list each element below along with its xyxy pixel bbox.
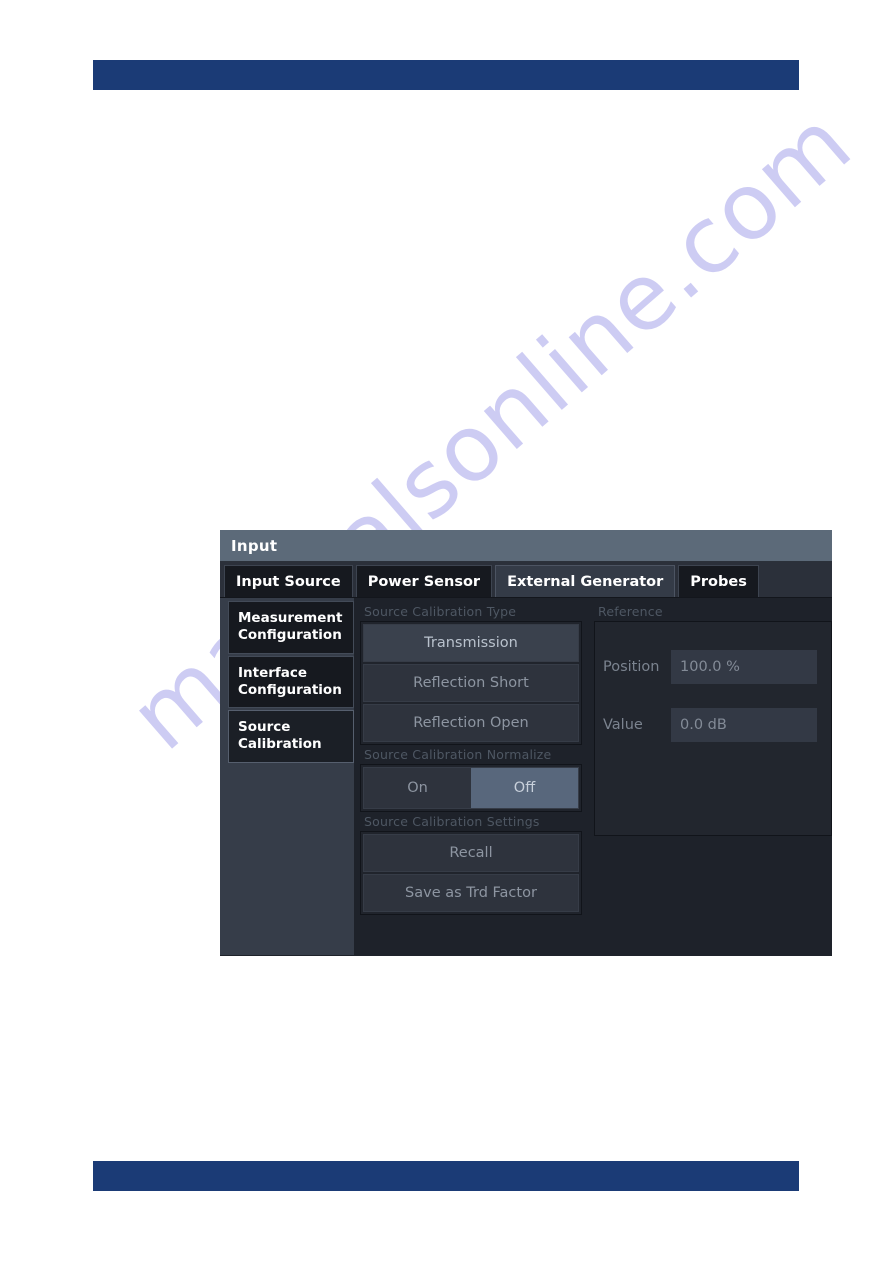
- normalize-toggle: On Off: [363, 767, 579, 809]
- tab-power-sensor[interactable]: Power Sensor: [355, 565, 493, 597]
- transmission-button[interactable]: Transmission: [363, 624, 579, 662]
- sidebar: Measurement Configuration Interface Conf…: [220, 598, 354, 955]
- left-column: Source Calibration Type Transmission Ref…: [360, 604, 582, 955]
- save-as-trd-factor-button[interactable]: Save as Trd Factor: [363, 874, 579, 912]
- group-label-settings: Source Calibration Settings: [364, 814, 540, 829]
- group-box-calibration-type: Transmission Reflection Short Reflection…: [360, 621, 582, 745]
- tab-bar: Input Source Power Sensor External Gener…: [220, 562, 832, 598]
- page-header-bar: [93, 60, 799, 90]
- page-footer-bar: [93, 1161, 799, 1191]
- page-title: Input: [231, 536, 278, 555]
- sidebar-item-interface-configuration[interactable]: Interface Configuration: [228, 655, 354, 709]
- recall-button[interactable]: Recall: [363, 834, 579, 872]
- group-label-normalize: Source Calibration Normalize: [364, 747, 552, 762]
- sidebar-item-measurement-configuration[interactable]: Measurement Configuration: [228, 601, 354, 654]
- sidebar-item-source-calibration[interactable]: Source Calibration: [228, 710, 354, 763]
- group-source-calibration-type: Source Calibration Type Transmission Ref…: [360, 604, 582, 745]
- right-column: Reference Position 100.0 % Value 0.0 dB: [594, 604, 832, 955]
- dialog-titlebar: Input: [220, 530, 832, 562]
- normalize-on-button[interactable]: On: [364, 768, 471, 808]
- reflection-short-button[interactable]: Reflection Short: [363, 664, 579, 702]
- group-label-reference: Reference: [598, 604, 663, 619]
- position-input[interactable]: 100.0 %: [671, 650, 817, 684]
- value-field-row: Value 0.0 dB: [603, 708, 817, 742]
- tab-probes[interactable]: Probes: [678, 565, 759, 597]
- position-field-row: Position 100.0 %: [603, 650, 817, 684]
- group-box-settings: Recall Save as Trd Factor: [360, 831, 582, 915]
- group-label-calibration-type: Source Calibration Type: [364, 604, 517, 619]
- dialog-body: Measurement Configuration Interface Conf…: [220, 598, 832, 955]
- input-dialog: Input Input Source Power Sensor External…: [220, 530, 832, 956]
- group-source-calibration-settings: Source Calibration Settings Recall Save …: [360, 814, 582, 915]
- value-input[interactable]: 0.0 dB: [671, 708, 817, 742]
- tab-input-source[interactable]: Input Source: [224, 565, 353, 597]
- normalize-off-button[interactable]: Off: [471, 768, 578, 808]
- group-box-normalize: On Off: [360, 764, 582, 812]
- tab-external-generator[interactable]: External Generator: [495, 565, 676, 597]
- position-label: Position: [603, 659, 660, 675]
- group-reference: Reference Position 100.0 % Value 0.0 dB: [594, 604, 832, 836]
- value-label: Value: [603, 717, 643, 733]
- reflection-open-button[interactable]: Reflection Open: [363, 704, 579, 742]
- content-area: Source Calibration Type Transmission Ref…: [354, 598, 832, 955]
- group-source-calibration-normalize: Source Calibration Normalize On Off: [360, 747, 582, 812]
- reference-box: Position 100.0 % Value 0.0 dB: [594, 621, 832, 836]
